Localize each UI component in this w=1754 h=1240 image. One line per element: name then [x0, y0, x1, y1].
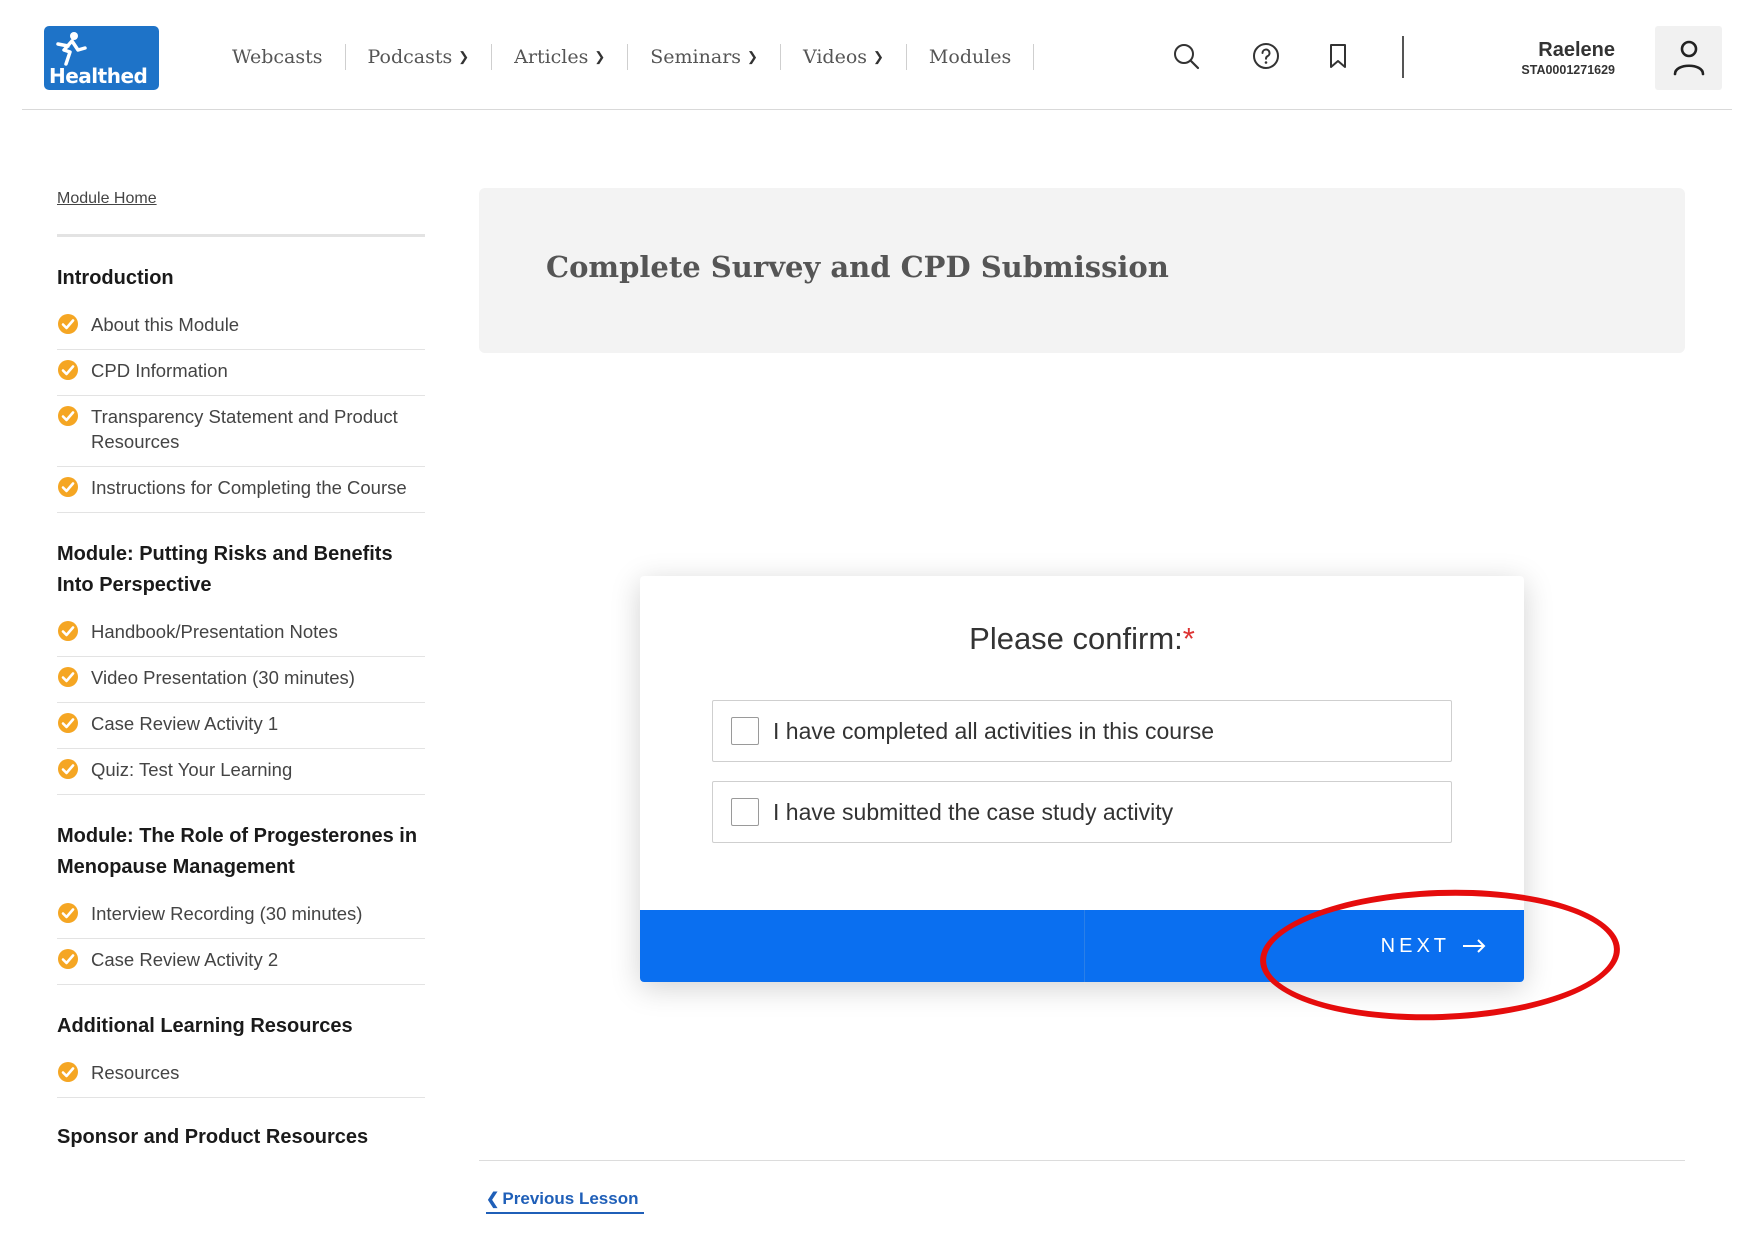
main-nav: Webcasts Podcasts ❯ Articles ❯ Seminars …	[232, 44, 1035, 70]
sidebar-lesson-item[interactable]: Video Presentation (30 minutes)	[57, 657, 425, 703]
completed-check-icon	[57, 948, 79, 970]
sidebar-lesson-label: Video Presentation (30 minutes)	[91, 667, 355, 688]
nav-label: Videos	[802, 46, 868, 68]
bottom-divider	[479, 1160, 1685, 1161]
sidebar-lesson-item[interactable]: Interview Recording (30 minutes)	[57, 893, 425, 939]
completed-check-icon	[57, 758, 79, 780]
sidebar-lesson-label: Interview Recording (30 minutes)	[91, 903, 363, 924]
confirm-option-activities[interactable]: I have completed all activities in this …	[712, 700, 1452, 762]
card-action-bar: NEXT	[640, 910, 1524, 982]
checkbox[interactable]	[731, 717, 759, 745]
chevron-down-icon: ❯	[873, 49, 884, 65]
nav-label: Seminars	[650, 46, 742, 68]
user-name: Raelene	[1538, 39, 1615, 61]
sidebar-lesson-item[interactable]: Case Review Activity 2	[57, 939, 425, 985]
search-icon[interactable]	[1172, 42, 1200, 70]
sidebar-section-heading[interactable]: Introduction	[57, 263, 425, 294]
nav-podcasts[interactable]: Podcasts ❯	[346, 44, 493, 70]
nav-webcasts[interactable]: Webcasts	[232, 44, 346, 70]
confirm-option-case-study[interactable]: I have submitted the case study activity	[712, 781, 1452, 843]
sidebar-lesson-item[interactable]: Handbook/Presentation Notes	[57, 611, 425, 657]
page-title-panel: Complete Survey and CPD Submission	[479, 188, 1685, 353]
sidebar-lesson-label: Transparency Statement and Product Resou…	[91, 406, 398, 452]
completed-check-icon	[57, 1061, 79, 1083]
confirm-card: Please confirm:* I have completed all ac…	[640, 576, 1524, 982]
help-icon[interactable]	[1252, 42, 1280, 70]
nav-videos[interactable]: Videos ❯	[781, 44, 907, 70]
nav-seminars[interactable]: Seminars ❯	[628, 44, 781, 70]
sidebar-lesson-item[interactable]: Transparency Statement and Product Resou…	[57, 396, 425, 467]
previous-lesson-link[interactable]: ❮ Previous Lesson	[486, 1189, 645, 1214]
page-title: Complete Survey and CPD Submission	[546, 250, 1169, 284]
nav-label: Webcasts	[232, 46, 323, 68]
option-label: I have completed all activities in this …	[773, 717, 1215, 744]
confirm-title-text: Please confirm:	[969, 621, 1183, 656]
chevron-left-icon: ❮	[486, 1191, 500, 1208]
bookmark-icon[interactable]	[1324, 42, 1352, 70]
sidebar-lesson-item[interactable]: Case Review Activity 1	[57, 703, 425, 749]
logo-text: Healthed	[49, 64, 148, 88]
header-divider	[1402, 36, 1404, 78]
completed-check-icon	[57, 666, 79, 688]
nav-articles[interactable]: Articles ❯	[492, 44, 629, 70]
chevron-down-icon: ❯	[458, 49, 470, 65]
arrow-right-icon	[1463, 939, 1486, 953]
user-menu-button[interactable]	[1655, 26, 1722, 90]
completed-check-icon	[57, 405, 79, 427]
checkbox[interactable]	[731, 798, 759, 826]
completed-check-icon	[57, 476, 79, 498]
sidebar-lesson-label: Resources	[91, 1062, 180, 1083]
user-id: STA0001271629	[1521, 63, 1615, 77]
next-label: NEXT	[1380, 934, 1450, 957]
completed-check-icon	[57, 620, 79, 642]
nav-modules[interactable]: Modules	[907, 44, 1035, 70]
module-sidebar: Module Home Introduction About this Modul…	[57, 190, 425, 1163]
sidebar-lesson-label: Instructions for Completing the Course	[91, 477, 407, 498]
action-bar-spacer	[640, 910, 1085, 982]
option-label: I have submitted the case study activity	[773, 798, 1174, 825]
module-home-link[interactable]: Module Home	[57, 190, 425, 208]
user-icon	[1673, 40, 1705, 76]
completed-check-icon	[57, 359, 79, 381]
sidebar-lesson-item[interactable]: CPD Information	[57, 350, 425, 396]
sidebar-lesson-item[interactable]: Resources	[57, 1052, 425, 1098]
runner-logo-icon	[56, 32, 87, 66]
sidebar-lesson-label: About this Module	[91, 314, 240, 335]
required-marker: *	[1182, 621, 1195, 656]
confirm-title: Please confirm:*	[640, 621, 1524, 657]
sidebar-section-heading[interactable]: Additional Learning Resources	[57, 1011, 425, 1042]
sidebar-lesson-item[interactable]: About this Module	[57, 304, 425, 350]
completed-check-icon	[57, 313, 79, 335]
sidebar-lesson-label: Case Review Activity 2	[91, 949, 279, 970]
chevron-down-icon: ❯	[594, 49, 606, 65]
site-header: Healthed Webcasts Podcasts ❯ Articles ❯ …	[22, 0, 1732, 110]
sidebar-divider	[57, 234, 425, 237]
chevron-down-icon: ❯	[747, 49, 758, 65]
previous-lesson-label: Previous Lesson	[502, 1189, 639, 1208]
sidebar-lesson-label: Quiz: Test Your Learning	[91, 759, 293, 780]
completed-check-icon	[57, 712, 79, 734]
sidebar-lesson-item[interactable]: Quiz: Test Your Learning	[57, 749, 425, 795]
sidebar-lesson-label: CPD Information	[91, 360, 228, 381]
next-button[interactable]: NEXT	[1085, 910, 1524, 982]
sidebar-lesson-label: Case Review Activity 1	[91, 713, 279, 734]
sidebar-section-heading[interactable]: Module: Putting Risks and Benefits Into …	[57, 539, 425, 601]
sidebar-section-heading[interactable]: Module: The Role of Progesterones in Men…	[57, 821, 425, 883]
nav-label: Articles	[514, 46, 589, 68]
sidebar-section-heading[interactable]: Sponsor and Product Resources	[57, 1122, 425, 1153]
sidebar-lesson-label: Handbook/Presentation Notes	[91, 621, 338, 642]
completed-check-icon	[57, 902, 79, 924]
nav-label: Podcasts	[367, 46, 453, 68]
sidebar-lesson-item[interactable]: Instructions for Completing the Course	[57, 467, 425, 513]
nav-label: Modules	[928, 46, 1012, 68]
healthed-logo[interactable]: Healthed	[44, 26, 159, 90]
